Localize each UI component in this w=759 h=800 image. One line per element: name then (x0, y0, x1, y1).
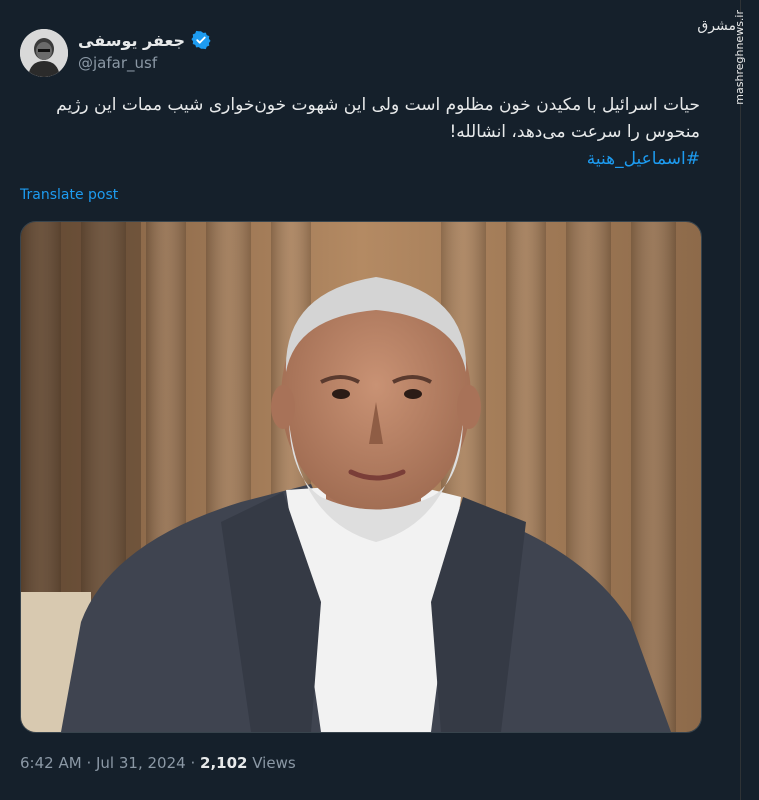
hashtag-link[interactable]: #اسماعیل_هنیة (20, 146, 700, 173)
verified-badge-icon (191, 30, 211, 50)
tweet-card: جعفر یوسفی @jafar_usf حیات اسرائیل با مک… (0, 0, 759, 800)
watermark: مشرق mashreghnews.ir (697, 0, 759, 130)
avatar[interactable] (20, 29, 68, 77)
views-label: Views (252, 754, 296, 772)
display-name[interactable]: جعفر یوسفی (78, 31, 185, 50)
translate-post-link[interactable]: Translate post (20, 187, 118, 203)
post-text: حیات اسرائیل با مکیدن خون مظلوم است ولی … (20, 92, 700, 173)
author-block: جعفر یوسفی @jafar_usf (78, 30, 211, 72)
photo-portrait (21, 222, 701, 732)
views-count: 2,102 (200, 754, 248, 772)
post-body: حیات اسرائیل با مکیدن خون مظلوم است ولی … (56, 95, 700, 142)
user-handle[interactable]: @jafar_usf (78, 54, 211, 72)
post-meta: 6:42 AM · Jul 31, 2024 · 2,102 Views (20, 754, 296, 772)
post-date[interactable]: Jul 31, 2024 (96, 754, 186, 772)
watermark-site: mashreghnews.ir (733, 10, 746, 105)
avatar-image (20, 29, 68, 77)
post-image[interactable] (20, 221, 702, 733)
meta-separator-2: · (190, 754, 196, 772)
post-time[interactable]: 6:42 AM (20, 754, 82, 772)
meta-separator: · (86, 754, 92, 772)
